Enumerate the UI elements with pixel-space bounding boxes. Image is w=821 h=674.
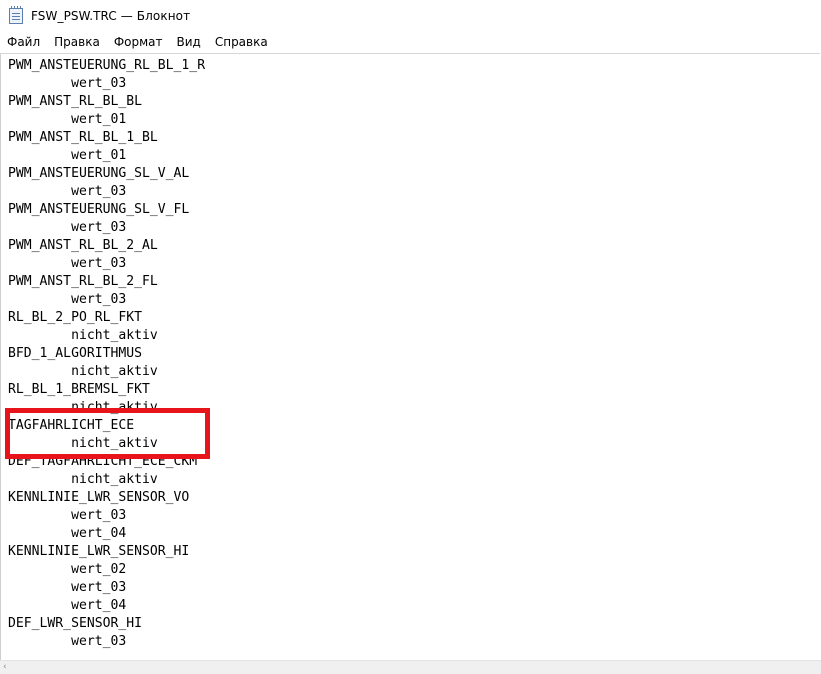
text-line[interactable]: PWM_ANST_RL_BL_BL [8,93,205,111]
text-line[interactable]: PWM_ANSTEUERUNG_RL_BL_1_R [8,57,205,75]
text-line[interactable]: RL_BL_1_BREMSL_FKT [8,381,205,399]
menu-help[interactable]: Справка [208,32,275,52]
text-line[interactable]: nicht_aktiv [8,435,205,453]
title-bar[interactable]: FSW_PSW.TRC — Блокнот [0,0,821,32]
text-line[interactable]: KENNLINIE_LWR_SENSOR_HI [8,543,205,561]
text-line[interactable]: RL_BL_2_PO_RL_FKT [8,309,205,327]
menu-file[interactable]: Файл [0,32,47,52]
text-line[interactable]: wert_03 [8,183,205,201]
scroll-left-arrow-icon[interactable]: ‹ [3,662,7,673]
text-line[interactable]: BFD_1_ALGORITHMUS [8,345,205,363]
text-line[interactable]: wert_03 [8,633,205,651]
text-line[interactable]: wert_04 [8,597,205,615]
text-editor-area[interactable]: PWM_ANSTEUERUNG_RL_BL_1_R wert_03 PWM_ANS… [0,53,820,661]
menu-format[interactable]: Формат [107,32,170,52]
text-line[interactable]: wert_04 [8,525,205,543]
notepad-icon [9,6,23,24]
text-line[interactable]: wert_01 [8,147,205,165]
text-line[interactable]: PWM_ANSTEUERUNG_SL_V_AL [8,165,205,183]
menu-edit[interactable]: Правка [47,32,107,52]
text-line[interactable]: wert_03 [8,507,205,525]
text-line[interactable]: PWM_ANST_RL_BL_2_FL [8,273,205,291]
text-content[interactable]: PWM_ANSTEUERUNG_RL_BL_1_R wert_03 PWM_ANS… [8,57,205,651]
text-line[interactable]: nicht_aktiv [8,327,205,345]
text-line[interactable]: wert_03 [8,255,205,273]
text-line[interactable]: PWM_ANST_RL_BL_2_AL [8,237,205,255]
text-line[interactable]: TAGFAHRLICHT_ECE [8,417,205,435]
text-line[interactable]: PWM_ANST_RL_BL_1_BL [8,129,205,147]
text-line[interactable]: wert_03 [8,219,205,237]
text-line[interactable]: nicht_aktiv [8,471,205,489]
menu-bar: Файл Правка Формат Вид Справка [0,32,821,52]
text-line[interactable]: KENNLINIE_LWR_SENSOR_VO [8,489,205,507]
text-line[interactable]: wert_01 [8,111,205,129]
text-line[interactable]: DEF_LWR_SENSOR_HI [8,615,205,633]
text-line[interactable]: PWM_ANSTEUERUNG_SL_V_FL [8,201,205,219]
text-line[interactable]: nicht_aktiv [8,399,205,417]
text-line[interactable]: wert_03 [8,75,205,93]
menu-view[interactable]: Вид [170,32,208,52]
text-line[interactable]: wert_02 [8,561,205,579]
text-line[interactable]: wert_03 [8,291,205,309]
horizontal-scrollbar[interactable]: ‹ [0,660,821,674]
text-line[interactable]: DEF_TAGFAHRLICHT_ECE_CKM [8,453,205,471]
text-line[interactable]: wert_03 [8,579,205,597]
text-line[interactable]: nicht_aktiv [8,363,205,381]
window-title: FSW_PSW.TRC — Блокнот [31,9,191,23]
